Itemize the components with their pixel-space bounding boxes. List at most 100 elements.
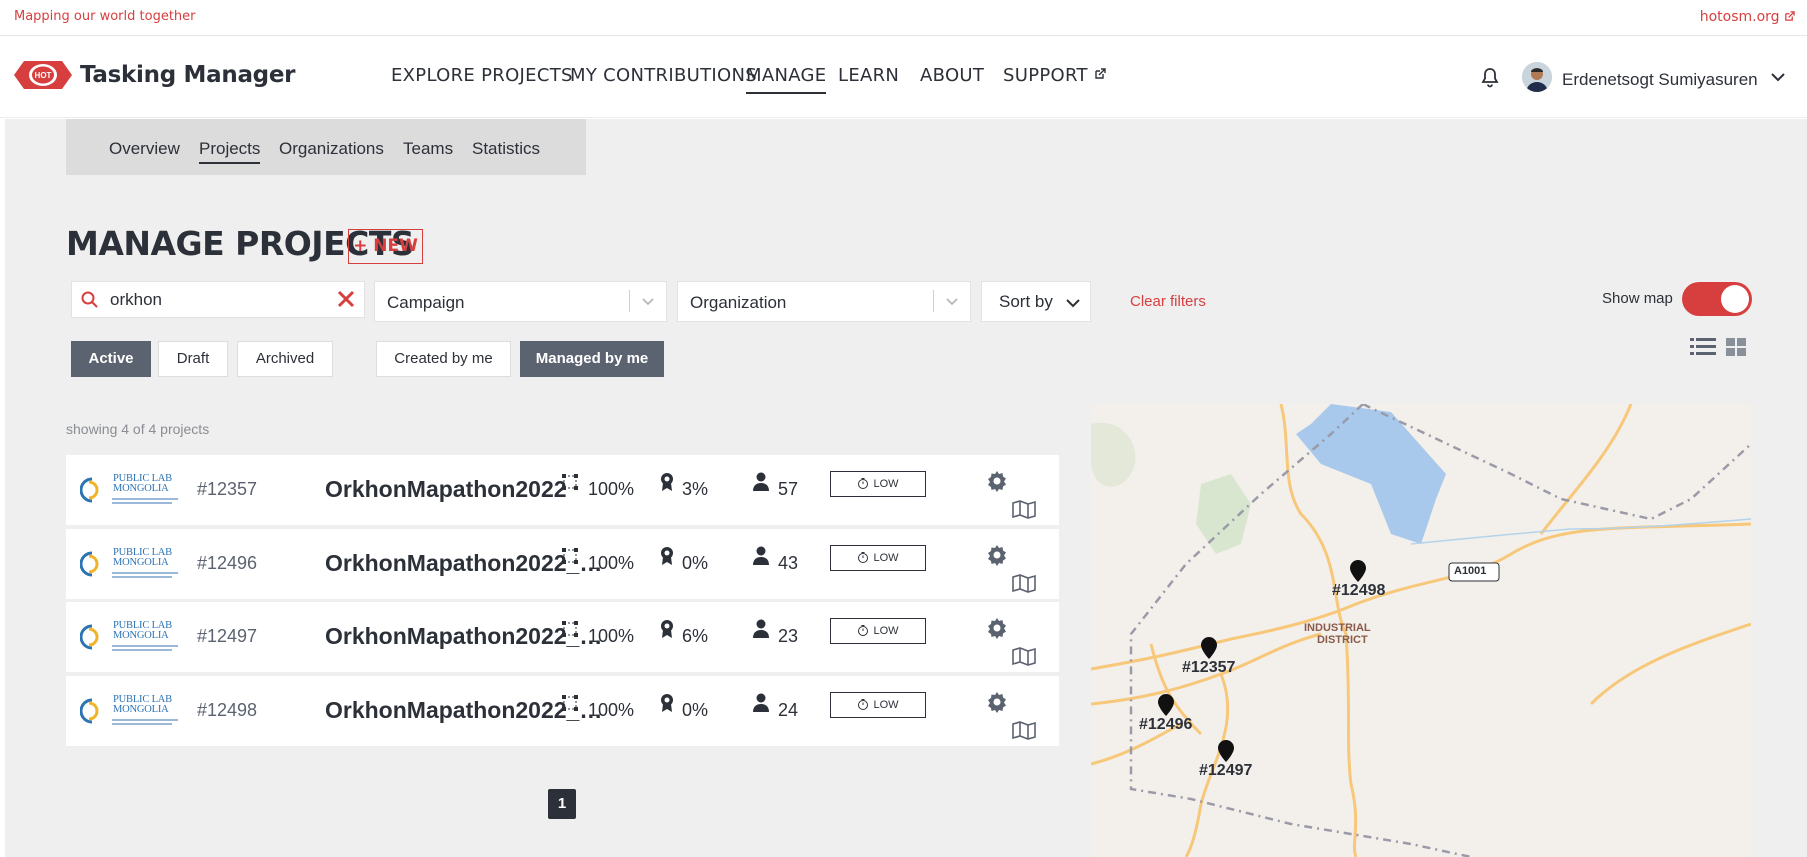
nav-explore-projects[interactable]: EXPLORE PROJECTS [391,65,573,86]
new-project-button[interactable]: + NEW [348,229,423,264]
mapped-percent: 100% [588,553,635,573]
nav-learn[interactable]: LEARN [838,65,899,86]
map-icon[interactable] [1011,720,1037,740]
external-link-icon [1095,68,1106,79]
chevron-down-icon [946,298,958,306]
campaign-select[interactable]: Campaign [374,281,667,322]
gear-icon[interactable] [985,543,1009,567]
chevron-down-icon [1066,299,1080,308]
map-marker-icon[interactable] [1201,637,1217,659]
contributors-icon [753,693,769,712]
select-divider [933,290,934,312]
mapped-icon [562,474,578,490]
project-card[interactable]: PUBLIC LAB MONGOLIA #12497 OrkhonMapathon… [66,602,1059,672]
toggle-knob [1721,285,1749,313]
map-icon[interactable] [1011,573,1037,593]
map-marker-icon[interactable] [1158,694,1174,716]
org-logo-text: PUBLIC LAB MONGOLIA [113,473,172,494]
district-label-line1: INDUSTRIAL [1304,622,1371,634]
pagination-page-1[interactable]: 1 [548,789,576,819]
bell-icon[interactable] [1480,67,1500,89]
contributors-count: 23 [778,626,799,646]
project-id: #12357 [197,479,258,499]
mapped-icon [562,695,578,711]
validated-percent: 0% [682,700,709,720]
subnav-statistics[interactable]: Statistics [472,139,540,159]
sort-by-dropdown[interactable]: Sort by [981,281,1091,322]
project-name[interactable]: OrkhonMapathon2022 [325,476,567,503]
validated-badge-icon [661,473,673,491]
validated-percent: 0% [682,553,709,573]
grid-view-icon[interactable] [1726,338,1746,356]
district-label: INDUSTRIAL DISTRICT [1304,622,1371,646]
campaign-placeholder: Campaign [387,293,465,312]
nav-manage[interactable]: MANAGE [746,65,827,94]
timer-icon [858,699,869,710]
clear-filters-link[interactable]: Clear filters [1130,293,1206,310]
chevron-down-icon [642,298,654,306]
close-icon[interactable] [336,288,356,310]
avatar[interactable] [1522,62,1552,92]
main-nav: HOT Tasking Manager EXPLORE PROJECTS MY … [0,37,1807,118]
project-card[interactable]: PUBLIC LAB MONGOLIA #12498 OrkhonMapathon… [66,676,1059,746]
difficulty-label: LOW [873,478,899,490]
validated-percent: 3% [682,479,709,499]
map-icon[interactable] [1011,646,1037,666]
project-card[interactable]: PUBLIC LAB MONGOLIA #12496 OrkhonMapathon… [66,529,1059,599]
organization-select[interactable]: Organization [677,281,971,322]
validated-badge-icon [661,547,673,565]
contributors-count: 43 [778,553,799,573]
avatar-icon [1522,62,1552,92]
nav-support[interactable]: SUPPORT [1003,65,1106,86]
status-archived-tab[interactable]: Archived [237,341,333,377]
nav-about[interactable]: ABOUT [920,65,984,86]
gear-icon[interactable] [985,690,1009,714]
map-marker-icon[interactable] [1350,560,1366,582]
timer-icon [858,552,869,563]
project-card[interactable]: PUBLIC LAB MONGOLIA #12357 OrkhonMapathon… [66,455,1059,525]
gear-icon[interactable] [985,616,1009,640]
nav-my-contributions[interactable]: MY CONTRIBUTIONS [570,65,757,86]
road-shield: A1001 [1454,565,1487,577]
hotosm-link[interactable]: hotosm.org [1700,9,1795,25]
validated-badge-icon [661,694,673,712]
status-draft-tab[interactable]: Draft [158,341,228,377]
map-marker-label: #12498 [1332,582,1386,599]
subnav-overview[interactable]: Overview [109,139,180,159]
brand-name[interactable]: Tasking Manager [80,62,295,88]
map-icon[interactable] [1011,499,1037,519]
org-logo-text: PUBLIC LAB MONGOLIA [113,547,172,568]
mapped-icon [562,548,578,564]
select-divider [629,290,630,312]
subnav-teams[interactable]: Teams [403,139,453,159]
show-map-toggle[interactable] [1682,282,1752,316]
list-view-icon[interactable] [1690,338,1716,355]
managed-by-me-tab[interactable]: Managed by me [520,341,664,377]
external-link-icon [1785,11,1795,21]
status-active-tab[interactable]: Active [71,341,151,377]
chevron-down-icon[interactable] [1770,70,1786,84]
search-input[interactable]: orkhon [71,281,365,318]
mapped-percent: 100% [588,700,635,720]
difficulty-badge: LOW [830,618,926,644]
contributors-icon [753,619,769,638]
hot-logo-icon[interactable]: HOT [14,57,72,93]
difficulty-label: LOW [873,625,899,637]
subnav-projects[interactable]: Projects [199,139,261,164]
subnav-organizations[interactable]: Organizations [279,139,384,159]
contributors-icon [753,472,769,491]
projects-map[interactable]: A1001 INDUSTRIAL DISTRICT #12498 #12357 #… [1091,404,1751,857]
contributors-icon [753,546,769,565]
org-logo-text: PUBLIC LAB MONGOLIA [113,620,172,641]
user-name[interactable]: Erdenetsogt Sumiyasuren [1562,70,1758,90]
created-by-me-tab[interactable]: Created by me [376,341,511,377]
map-marker-label: #12357 [1182,659,1236,676]
gear-icon[interactable] [985,469,1009,493]
results-count: showing 4 of 4 projects [66,421,210,437]
project-id: #12496 [197,553,258,573]
map-marker-label: #12496 [1139,716,1193,733]
view-toggle[interactable] [1690,336,1750,358]
hotosm-link-label: hotosm.org [1699,9,1780,25]
map-marker-icon[interactable] [1218,740,1234,762]
search-icon [81,291,98,308]
